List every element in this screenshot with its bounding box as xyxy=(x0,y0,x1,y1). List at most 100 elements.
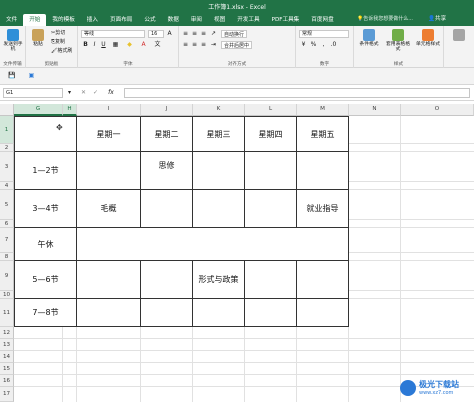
row-header-13[interactable]: 13 xyxy=(0,339,14,351)
period-5-6[interactable]: 5—6节 xyxy=(14,261,77,299)
paste-button[interactable]: 粘贴 xyxy=(27,29,49,47)
table-cell-situation-policy[interactable]: 形式与政策 xyxy=(193,261,245,299)
table-corner-cell[interactable] xyxy=(14,116,77,152)
tab-view[interactable]: 视图 xyxy=(208,14,231,26)
table-cell[interactable] xyxy=(245,190,297,228)
tab-baidu-netdisk[interactable]: 百度网盘 xyxy=(305,14,339,26)
borders-icon[interactable]: ▦ xyxy=(112,41,119,48)
tab-insert[interactable]: 插入 xyxy=(81,14,104,26)
row-header-16[interactable]: 16 xyxy=(0,375,14,387)
tab-formulas[interactable]: 公式 xyxy=(138,14,161,26)
table-cell-maogai[interactable]: 毛概 xyxy=(77,190,141,228)
cells-button[interactable] xyxy=(448,29,470,42)
align-left-icon[interactable]: ≡ xyxy=(182,41,189,48)
table-cell[interactable] xyxy=(141,261,193,299)
row-header-6[interactable]: 6 xyxy=(0,220,14,228)
percent-icon[interactable]: % xyxy=(310,41,317,48)
column-header-k[interactable]: K xyxy=(193,104,245,116)
cell-styles-button[interactable]: 单元格样式 xyxy=(414,29,442,47)
copy-button[interactable]: ⎘复制 xyxy=(51,38,65,46)
header-thursday[interactable]: 星期四 xyxy=(245,116,297,152)
table-cell[interactable] xyxy=(245,299,297,327)
column-header-l[interactable]: L xyxy=(245,104,297,116)
currency-icon[interactable]: ¥ xyxy=(300,41,307,48)
tab-data[interactable]: 数据 xyxy=(162,14,185,26)
align-top-icon[interactable]: ≡ xyxy=(182,30,189,37)
align-right-icon[interactable]: ≡ xyxy=(200,41,207,48)
align-middle-icon[interactable]: ≡ xyxy=(191,30,198,37)
send-to-phone-button[interactable]: 发送到手机 xyxy=(2,29,24,53)
row-header-2[interactable]: 2 xyxy=(0,144,14,152)
table-cell[interactable] xyxy=(297,299,349,327)
header-friday[interactable]: 星期五 xyxy=(297,116,349,152)
enter-icon[interactable]: ✓ xyxy=(92,89,99,96)
column-header-i[interactable]: I xyxy=(77,104,141,116)
select-all-corner[interactable] xyxy=(0,104,14,116)
font-size-select[interactable]: 16 xyxy=(148,30,164,38)
header-tuesday[interactable]: 星期二 xyxy=(141,116,193,152)
phonetic-icon[interactable]: 文 xyxy=(154,41,161,48)
row-header-5[interactable]: 5 xyxy=(0,190,14,220)
merge-center-button[interactable]: 合并后居中 xyxy=(221,41,253,49)
tab-page-layout[interactable]: 页面布局 xyxy=(104,14,138,26)
align-center-icon[interactable]: ≡ xyxy=(191,41,198,48)
tell-me-search[interactable]: 💡告诉我您想要做什么... xyxy=(357,15,415,24)
row-header-1[interactable]: 1 xyxy=(0,116,14,144)
lunch-merged-cell[interactable] xyxy=(77,228,349,261)
column-header-h[interactable]: H xyxy=(63,104,77,116)
orientation-icon[interactable]: ↗ xyxy=(210,30,217,37)
table-cell[interactable] xyxy=(297,261,349,299)
increase-decimal-icon[interactable]: .0 xyxy=(330,41,337,48)
column-header-o[interactable]: O xyxy=(401,104,474,116)
table-cell[interactable] xyxy=(245,261,297,299)
bold-icon[interactable]: B xyxy=(82,41,89,48)
grow-font-icon[interactable]: A xyxy=(166,30,173,37)
row-header-15[interactable]: 15 xyxy=(0,363,14,375)
italic-icon[interactable]: I xyxy=(91,41,98,48)
wrap-text-button[interactable]: 自动换行 xyxy=(221,30,248,38)
tab-developer[interactable]: 开发工具 xyxy=(231,14,265,26)
column-header-n[interactable]: N xyxy=(349,104,401,116)
tab-my-templates[interactable]: 我的模板 xyxy=(46,14,80,26)
font-color-icon[interactable]: A xyxy=(140,41,147,48)
save-icon[interactable]: 💾 xyxy=(8,72,15,79)
column-header-g[interactable]: G xyxy=(14,104,63,116)
format-as-table-button[interactable]: 套用表格格式 xyxy=(384,29,412,53)
align-bottom-icon[interactable]: ≡ xyxy=(200,30,207,37)
row-header-14[interactable]: 14 xyxy=(0,351,14,363)
period-lunch[interactable]: 午休 xyxy=(14,228,77,261)
name-box-dropdown-icon[interactable]: ▾ xyxy=(66,89,73,96)
table-cell[interactable] xyxy=(141,190,193,228)
table-cell[interactable] xyxy=(297,152,349,190)
cut-button[interactable]: ✂剪切 xyxy=(51,29,65,37)
comma-icon[interactable]: , xyxy=(320,41,327,48)
cancel-icon[interactable]: ✕ xyxy=(80,89,87,96)
column-header-j[interactable]: J xyxy=(141,104,193,116)
period-3-4[interactable]: 3—4节 xyxy=(14,190,77,228)
column-header-m[interactable]: M xyxy=(297,104,349,116)
row-header-11[interactable]: 11 xyxy=(0,299,14,327)
row-header-3[interactable]: 3 xyxy=(0,152,14,182)
formula-input[interactable] xyxy=(124,88,470,98)
table-cell[interactable] xyxy=(193,152,245,190)
customize-icon[interactable]: ▣ xyxy=(28,72,35,79)
insert-function-icon[interactable]: fx xyxy=(104,89,118,96)
underline-icon[interactable]: U xyxy=(100,41,107,48)
header-wednesday[interactable]: 星期三 xyxy=(193,116,245,152)
font-name-select[interactable]: 等线 xyxy=(81,30,145,38)
table-cell-career-guidance[interactable]: 就业指导 xyxy=(297,190,349,228)
row-header-7[interactable]: 7 xyxy=(0,228,14,253)
conditional-format-button[interactable]: 条件格式 xyxy=(356,29,382,47)
share-button[interactable]: 👤共享 xyxy=(428,15,446,24)
row-header-10[interactable]: 10 xyxy=(0,291,14,299)
period-1-2[interactable]: 1—2节 xyxy=(14,152,77,190)
table-cell[interactable] xyxy=(77,261,141,299)
fill-color-icon[interactable]: ◆ xyxy=(126,41,133,48)
format-painter-button[interactable]: 🖌格式刷 xyxy=(51,47,72,55)
period-7-8[interactable]: 7—8节 xyxy=(14,299,77,327)
row-header-4[interactable]: 4 xyxy=(0,182,14,190)
row-header-12[interactable]: 12 xyxy=(0,327,14,339)
spreadsheet-grid[interactable]: G H I J K L M N O 1 2 3 4 5 6 7 8 9 10 1… xyxy=(0,101,474,402)
table-cell-sixiu[interactable]: 思修 xyxy=(141,152,193,190)
tab-file[interactable]: 文件 xyxy=(0,14,23,26)
